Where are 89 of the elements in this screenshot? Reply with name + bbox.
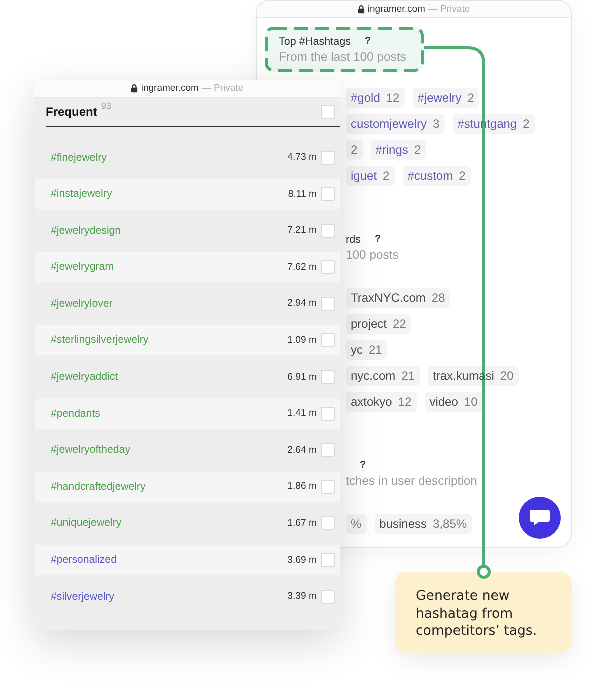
hashtag-label: #sterlingsilverjewelry bbox=[51, 334, 149, 346]
private-label: — Private bbox=[202, 83, 244, 94]
hashtag-label: #finejewelry bbox=[51, 152, 107, 164]
reach-count: 8.11 m bbox=[288, 188, 317, 200]
help-mark: ? bbox=[375, 234, 382, 245]
word-label: TraxNYC.com bbox=[351, 291, 426, 305]
hashtag-label: #pendants bbox=[51, 408, 100, 420]
checkbox[interactable] bbox=[321, 260, 335, 274]
hashtag-label: #gold bbox=[351, 91, 380, 105]
word-label: axtokyo bbox=[351, 395, 392, 409]
word-label: business bbox=[380, 517, 428, 531]
count-label: 2 bbox=[468, 91, 474, 105]
hashtag-label: #jewelry bbox=[418, 91, 462, 105]
checkbox[interactable] bbox=[321, 224, 335, 238]
count-label: 2 bbox=[523, 117, 530, 131]
hashtag-label: #uniquejewelry bbox=[51, 517, 122, 530]
count-label: % bbox=[351, 517, 362, 531]
count-label: 3 bbox=[433, 117, 440, 131]
reach-count: 7.21 m bbox=[288, 225, 317, 236]
word-label: project bbox=[351, 317, 388, 331]
chat-icon bbox=[530, 510, 550, 526]
checkbox[interactable] bbox=[321, 406, 335, 421]
count-label: 2 bbox=[414, 143, 422, 157]
reach-count: 3.39 m bbox=[288, 591, 317, 602]
callout-text: Generate new hashatag from competitors’ tags. bbox=[416, 588, 538, 640]
help-mark: ? bbox=[365, 36, 372, 47]
section-title: rds bbox=[346, 234, 361, 246]
help-mark: ? bbox=[360, 460, 366, 471]
reach-count: 2.64 m bbox=[288, 444, 317, 456]
list-heading: Frequent bbox=[46, 105, 98, 119]
reach-count: 2.94 m bbox=[288, 298, 317, 310]
chat-button[interactable] bbox=[519, 497, 561, 539]
checkbox[interactable] bbox=[321, 443, 335, 458]
count-label: 21 bbox=[402, 369, 416, 383]
reach-count: 1.67 m bbox=[288, 518, 317, 529]
checkbox[interactable] bbox=[321, 590, 335, 604]
count-label: 12 bbox=[398, 395, 412, 409]
word-label: yc bbox=[351, 343, 363, 357]
reach-count: 1.09 m bbox=[288, 334, 317, 346]
count-label: 21 bbox=[369, 343, 382, 357]
checkbox[interactable] bbox=[321, 187, 335, 202]
checkbox[interactable] bbox=[321, 150, 335, 164]
reach-count: 7.62 m bbox=[288, 262, 317, 273]
hashtag-label: #silverjewelry bbox=[51, 590, 115, 603]
count-label: 10 bbox=[464, 395, 478, 409]
url-text: ingramer.com bbox=[141, 83, 199, 94]
count-label: 3,85% bbox=[433, 517, 468, 531]
count-label: 28 bbox=[432, 291, 446, 305]
reach-count: 1.86 m bbox=[288, 481, 317, 492]
checkbox[interactable] bbox=[321, 516, 335, 530]
hashtag-label: #handcraftedjewelry bbox=[51, 480, 146, 493]
count-label: 22 bbox=[393, 317, 406, 331]
checkbox[interactable] bbox=[321, 105, 335, 119]
hashtag-label: customjewelry bbox=[351, 117, 428, 131]
checkbox[interactable] bbox=[321, 296, 335, 311]
count-label: 2 bbox=[383, 169, 390, 183]
section-subtitle: tches in user description bbox=[346, 473, 478, 490]
reach-count: 3.69 m bbox=[288, 554, 317, 566]
url-text: ingramer.com bbox=[368, 4, 426, 14]
reach-count: 4.73 m bbox=[288, 152, 317, 163]
hashtag-label: #personalized bbox=[51, 554, 117, 566]
count-label: 12 bbox=[386, 91, 400, 105]
word-label: nyc.com bbox=[351, 369, 396, 383]
section-title: Top #Hashtags bbox=[279, 36, 352, 48]
lock-icon bbox=[131, 84, 138, 93]
hashtag-label: #instajewelry bbox=[51, 188, 112, 200]
hashtag-label: #jewelrydesign bbox=[51, 224, 122, 237]
hashtag-label: #jewelryaddict bbox=[51, 371, 118, 384]
section-subtitle: 100 posts bbox=[346, 247, 400, 264]
hashtag-label: #rings bbox=[376, 143, 408, 157]
private-label: — Private bbox=[428, 4, 470, 14]
checkbox[interactable] bbox=[321, 553, 335, 568]
checkbox[interactable] bbox=[321, 333, 335, 348]
hashtag-label: #jewelrylover bbox=[51, 298, 113, 310]
section-subtitle: From the last 100 posts bbox=[279, 49, 408, 66]
checkbox[interactable] bbox=[321, 480, 335, 494]
hashtag-label: #jewelrygram bbox=[51, 261, 114, 274]
count-label: 20 bbox=[500, 369, 514, 383]
hashtag-label: #jewelryoftheday bbox=[51, 444, 130, 456]
count-label: 2 bbox=[351, 143, 358, 157]
hashtag-label: #custom bbox=[408, 169, 454, 183]
checkbox[interactable] bbox=[321, 370, 335, 384]
count-label: 93 bbox=[101, 101, 112, 111]
reach-count: 1.41 m bbox=[288, 408, 317, 420]
reach-count: 6.91 m bbox=[288, 372, 317, 383]
word-label: video bbox=[430, 395, 458, 409]
count-label: 2 bbox=[459, 169, 466, 183]
lock-icon bbox=[358, 4, 365, 14]
hashtag-label: iguet bbox=[351, 169, 378, 183]
